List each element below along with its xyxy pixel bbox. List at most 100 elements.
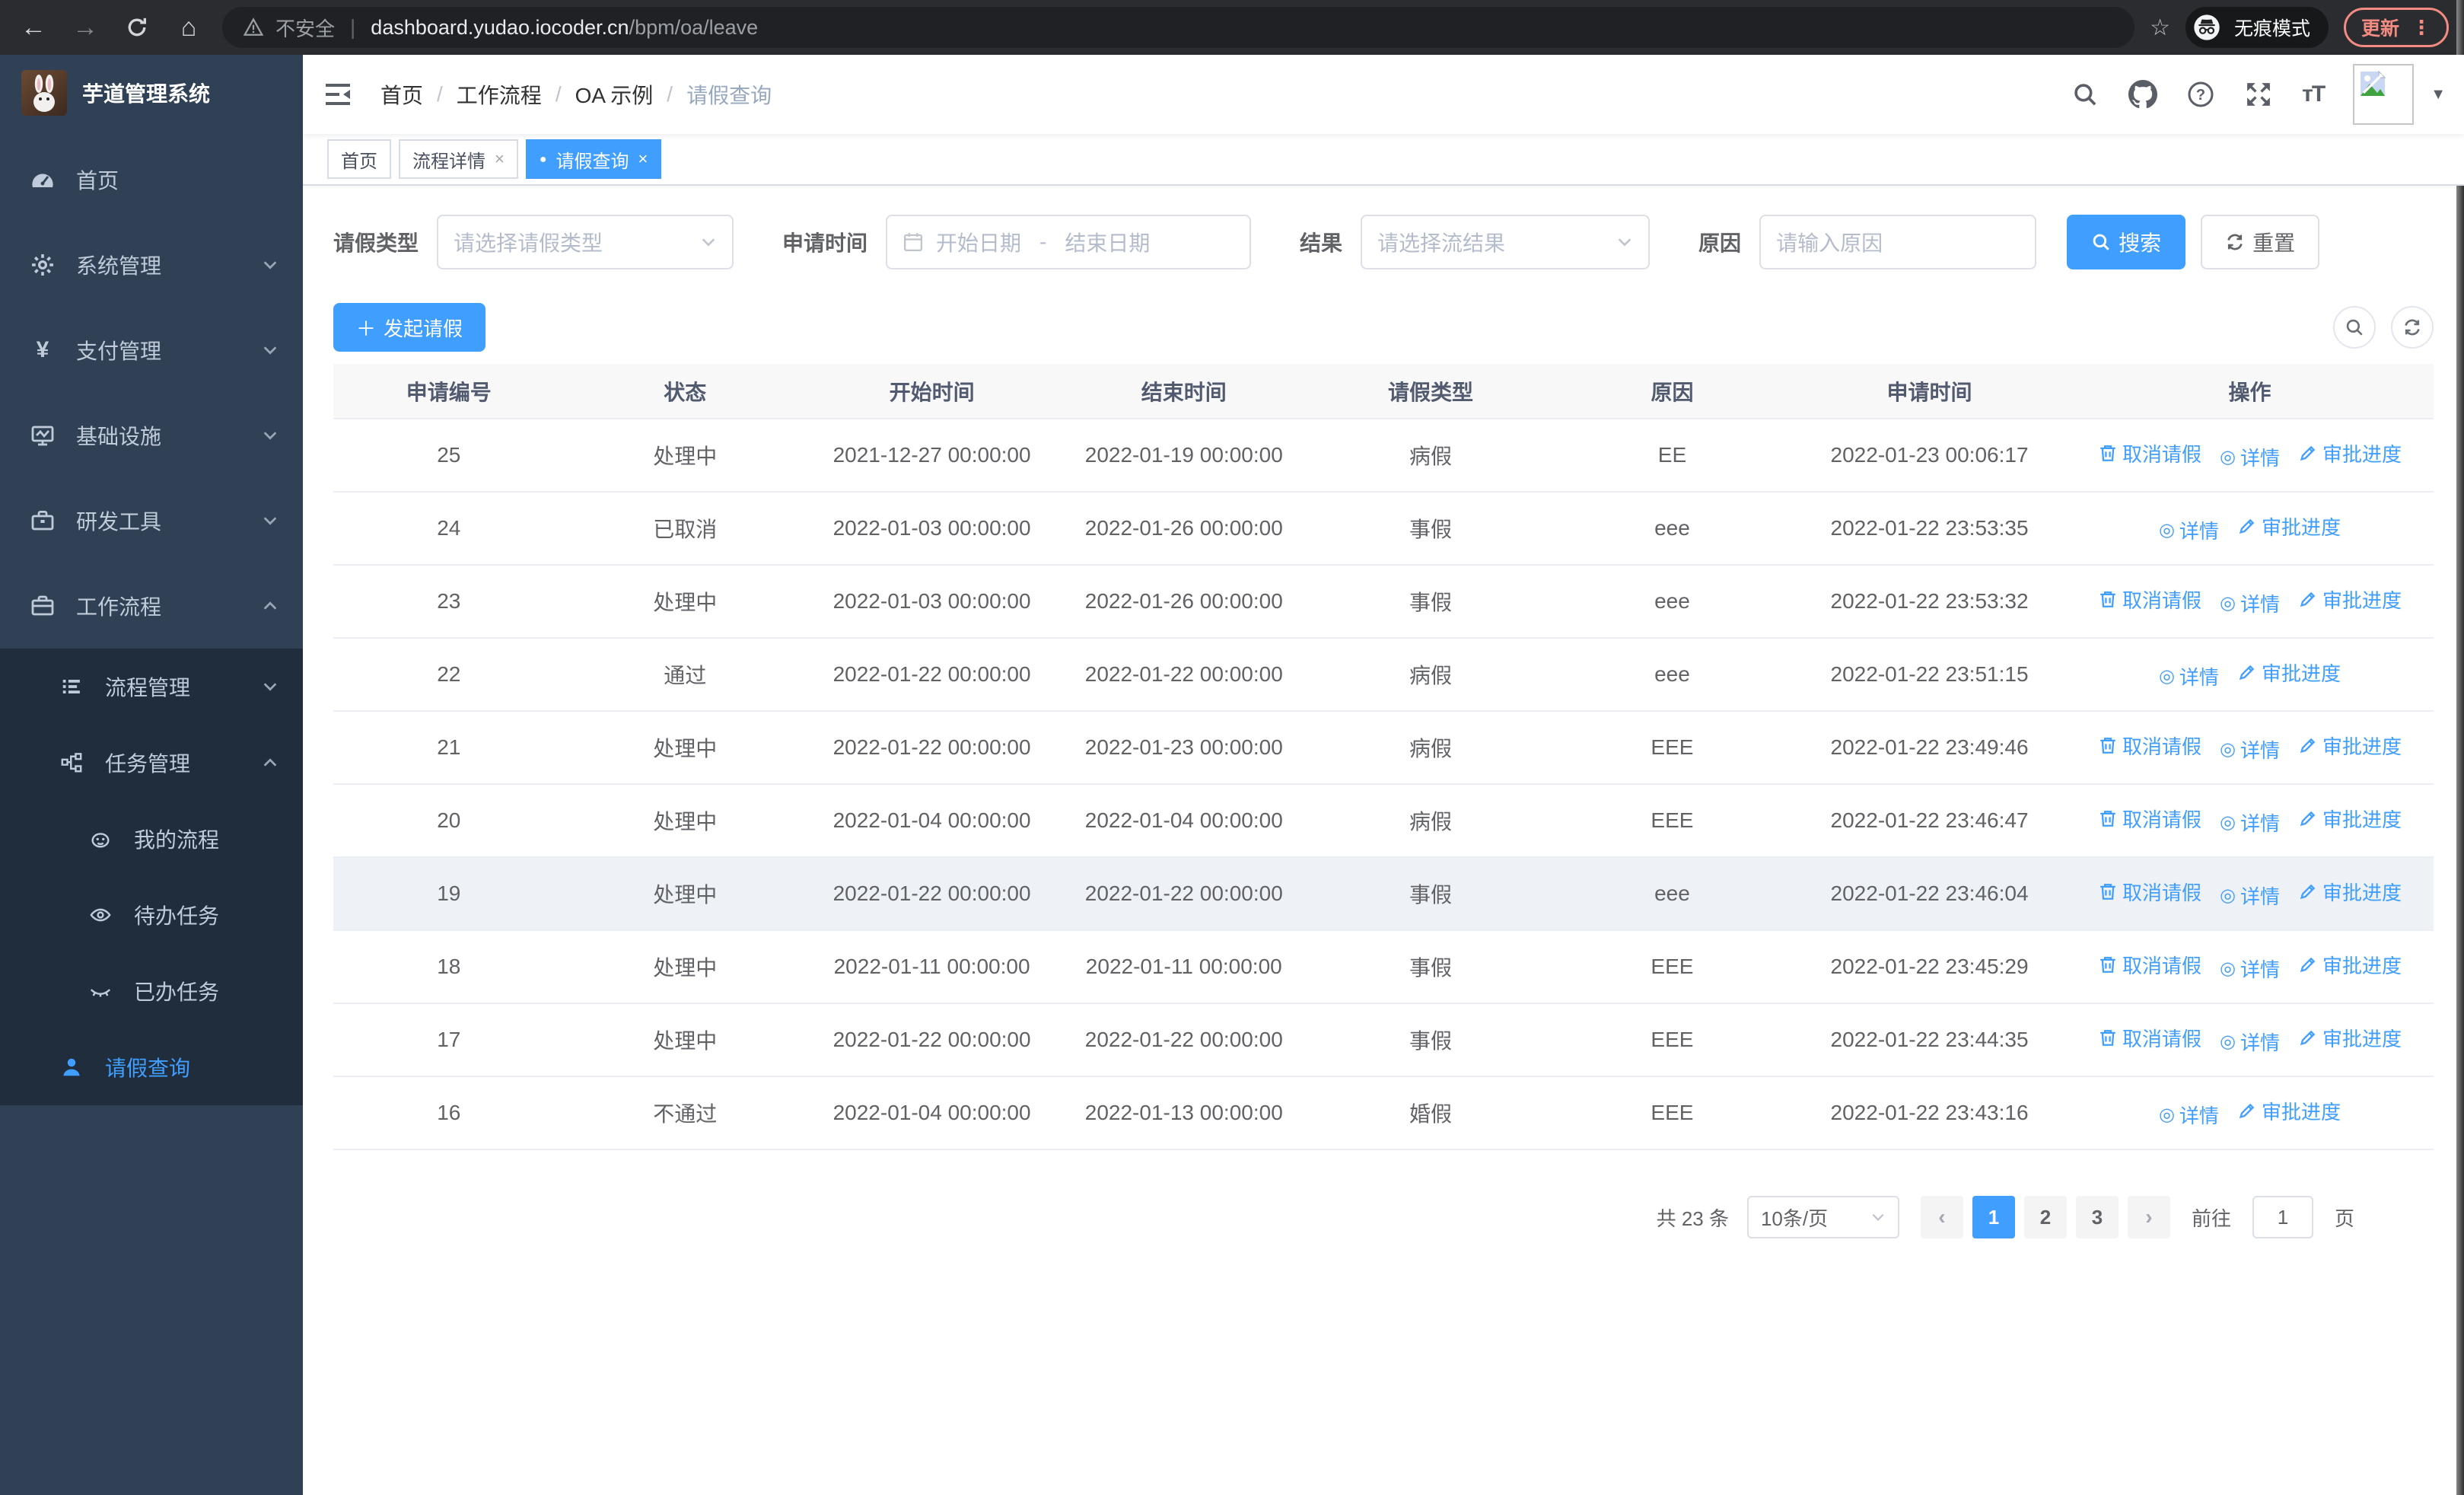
- action-detail-link[interactable]: ◎ 详情: [2159, 662, 2219, 690]
- apply-time-range-picker[interactable]: 开始日期 - 结束日期: [886, 215, 1252, 269]
- sidebar-item-payment[interactable]: ¥ 支付管理: [0, 308, 303, 393]
- avatar[interactable]: [2353, 64, 2415, 125]
- tree-icon: [59, 751, 84, 775]
- tab-process-detail[interactable]: 流程详情 ×: [399, 139, 518, 179]
- home-icon[interactable]: ⌂: [170, 9, 207, 46]
- view-icon: ◎: [2159, 1104, 2175, 1126]
- action-detail-link[interactable]: ◎ 详情: [2220, 881, 2280, 910]
- sidebar-item-task-mgmt[interactable]: 任务管理: [0, 725, 303, 801]
- page-button-2[interactable]: 2: [2023, 1196, 2067, 1238]
- sidebar-collapse-icon[interactable]: [323, 79, 353, 110]
- sidebar-item-todo-tasks[interactable]: 待办任务: [0, 877, 303, 953]
- chevron-down-icon: [262, 678, 279, 695]
- action-progress-link[interactable]: 审批进度: [2298, 732, 2402, 760]
- action-progress-link[interactable]: 审批进度: [2237, 512, 2341, 540]
- pager: ‹ 1 2 3 ›: [1920, 1196, 2170, 1238]
- action-cancel-link[interactable]: 取消请假: [2098, 1024, 2201, 1052]
- sidebar-item-home[interactable]: 首页: [0, 137, 303, 222]
- reset-button[interactable]: 重置: [2201, 215, 2320, 269]
- page-button-1[interactable]: 1: [1972, 1196, 2015, 1238]
- tab-home[interactable]: 首页: [327, 139, 391, 179]
- chevron-down-icon[interactable]: ▼: [2431, 86, 2446, 104]
- table-row: 24 已取消 2022-01-03 00:00:00 2022-01-26 00:00…: [333, 492, 2434, 566]
- action-detail-link[interactable]: ◎ 详情: [2159, 1101, 2219, 1129]
- view-icon: ◎: [2220, 592, 2236, 614]
- action-progress-link[interactable]: 审批进度: [2237, 1097, 2341, 1125]
- view-icon: ◎: [2219, 812, 2236, 834]
- breadcrumb-workflow[interactable]: 工作流程: [457, 79, 542, 110]
- action-cancel-link[interactable]: 取消请假: [2098, 732, 2201, 760]
- action-detail-link[interactable]: ◎ 详情: [2159, 516, 2219, 544]
- action-progress-link[interactable]: 审批进度: [2298, 951, 2402, 979]
- back-icon[interactable]: ←: [15, 9, 52, 46]
- action-progress-link[interactable]: 审批进度: [2298, 585, 2402, 614]
- action-detail-link[interactable]: ◎ 详情: [2220, 808, 2280, 837]
- sidebar-item-system[interactable]: 系统管理: [0, 222, 303, 308]
- search-button[interactable]: 搜索: [2067, 215, 2186, 269]
- action-cancel-link[interactable]: 取消请假: [2098, 805, 2201, 833]
- font-size-icon[interactable]: ᴛT: [2302, 81, 2326, 107]
- sidebar-item-my-process[interactable]: 我的流程: [0, 801, 303, 877]
- close-icon[interactable]: ×: [638, 149, 648, 169]
- action-detail-link[interactable]: ◎ 详情: [2220, 735, 2280, 763]
- action-cancel-link[interactable]: 取消请假: [2098, 951, 2201, 979]
- result-select[interactable]: 请选择流结果: [1361, 215, 1651, 269]
- reload-icon[interactable]: [119, 9, 155, 46]
- github-icon[interactable]: [2128, 80, 2158, 109]
- address-bar[interactable]: 不安全 | dashboard.yudao.iocoder.cn/bpm/oa/…: [222, 7, 2135, 48]
- action-detail-link[interactable]: ◎ 详情: [2220, 589, 2280, 617]
- action-detail-link[interactable]: ◎ 详情: [2220, 1028, 2280, 1056]
- create-leave-button[interactable]: ＋ 发起请假: [333, 303, 486, 352]
- dashboard-icon: [30, 167, 55, 192]
- pen-icon: [2298, 955, 2318, 974]
- breadcrumb-oa[interactable]: OA 示例: [575, 79, 654, 110]
- browser-menu-icon[interactable]: ⋮: [2411, 16, 2431, 40]
- sidebar-item-workflow[interactable]: 工作流程: [0, 563, 303, 649]
- action-cancel-link[interactable]: 取消请假: [2098, 439, 2201, 467]
- fullscreen-icon[interactable]: [2244, 80, 2273, 109]
- help-icon[interactable]: ?: [2186, 80, 2215, 109]
- next-page-button[interactable]: ›: [2127, 1196, 2170, 1238]
- goto-suffix: 页: [2334, 1207, 2354, 1230]
- update-button[interactable]: 更新 ⋮: [2343, 8, 2449, 47]
- goto-page-input[interactable]: [2252, 1196, 2313, 1238]
- sidebar-item-label: 基础设施: [76, 425, 162, 448]
- action-progress-link[interactable]: 审批进度: [2298, 805, 2402, 833]
- prev-page-button[interactable]: ‹: [1920, 1196, 1963, 1238]
- action-detail-link[interactable]: ◎ 详情: [2220, 955, 2280, 983]
- action-progress-link[interactable]: 审批进度: [2298, 1024, 2402, 1052]
- breadcrumb-home[interactable]: 首页: [380, 79, 423, 110]
- action-detail-link[interactable]: ◎ 详情: [2220, 443, 2280, 471]
- action-cancel-link[interactable]: 取消请假: [2098, 585, 2201, 614]
- sidebar-item-infrastructure[interactable]: 基础设施: [0, 393, 303, 478]
- action-progress-link[interactable]: 审批进度: [2298, 878, 2402, 906]
- page-button-3[interactable]: 3: [2075, 1196, 2119, 1238]
- forward-icon[interactable]: →: [67, 9, 103, 46]
- cell-reason: EE: [1551, 419, 1794, 492]
- trash-icon: [2098, 589, 2118, 609]
- show-search-button[interactable]: [2333, 306, 2376, 349]
- cell-leave-type: 事假: [1310, 930, 1552, 1004]
- sidebar-item-devtools[interactable]: 研发工具: [0, 478, 303, 563]
- leave-type-select[interactable]: 请选择请假类型: [437, 215, 734, 269]
- reason-input[interactable]: 请输入原因: [1759, 215, 2037, 269]
- action-cancel-link[interactable]: 取消请假: [2098, 878, 2201, 906]
- cell-end-time: 2022-01-22 00:00:00: [1058, 1003, 1310, 1077]
- view-icon: ◎: [2158, 520, 2175, 541]
- cell-end-time: 2022-01-11 00:00:00: [1058, 930, 1310, 1004]
- sidebar-item-leave-query[interactable]: 请假查询: [0, 1029, 303, 1105]
- tab-leave-query[interactable]: ● 请假查询 ×: [525, 139, 662, 179]
- action-progress-link[interactable]: 审批进度: [2237, 658, 2341, 687]
- sidebar-item-process-mgmt[interactable]: 流程管理: [0, 649, 303, 725]
- action-progress-link[interactable]: 审批进度: [2298, 439, 2402, 467]
- cell-status: 处理中: [564, 711, 806, 785]
- page-size-select[interactable]: 10条/页: [1746, 1196, 1899, 1238]
- chevron-up-icon: [262, 754, 279, 771]
- bookmark-star-icon[interactable]: ☆: [2150, 14, 2170, 41]
- refresh-button[interactable]: [2391, 306, 2434, 349]
- close-icon[interactable]: ×: [495, 149, 505, 169]
- sidebar: 芋道管理系统 首页 系统管理 ¥ 支付管理 基础设施 研发工具 工作流程 流程管…: [0, 55, 303, 1495]
- sidebar-item-done-tasks[interactable]: 已办任务: [0, 953, 303, 1029]
- table-header-row: 申请编号 状态 开始时间 结束时间 请假类型 原因 申请时间 操作: [333, 364, 2434, 419]
- search-icon[interactable]: [2071, 80, 2099, 109]
